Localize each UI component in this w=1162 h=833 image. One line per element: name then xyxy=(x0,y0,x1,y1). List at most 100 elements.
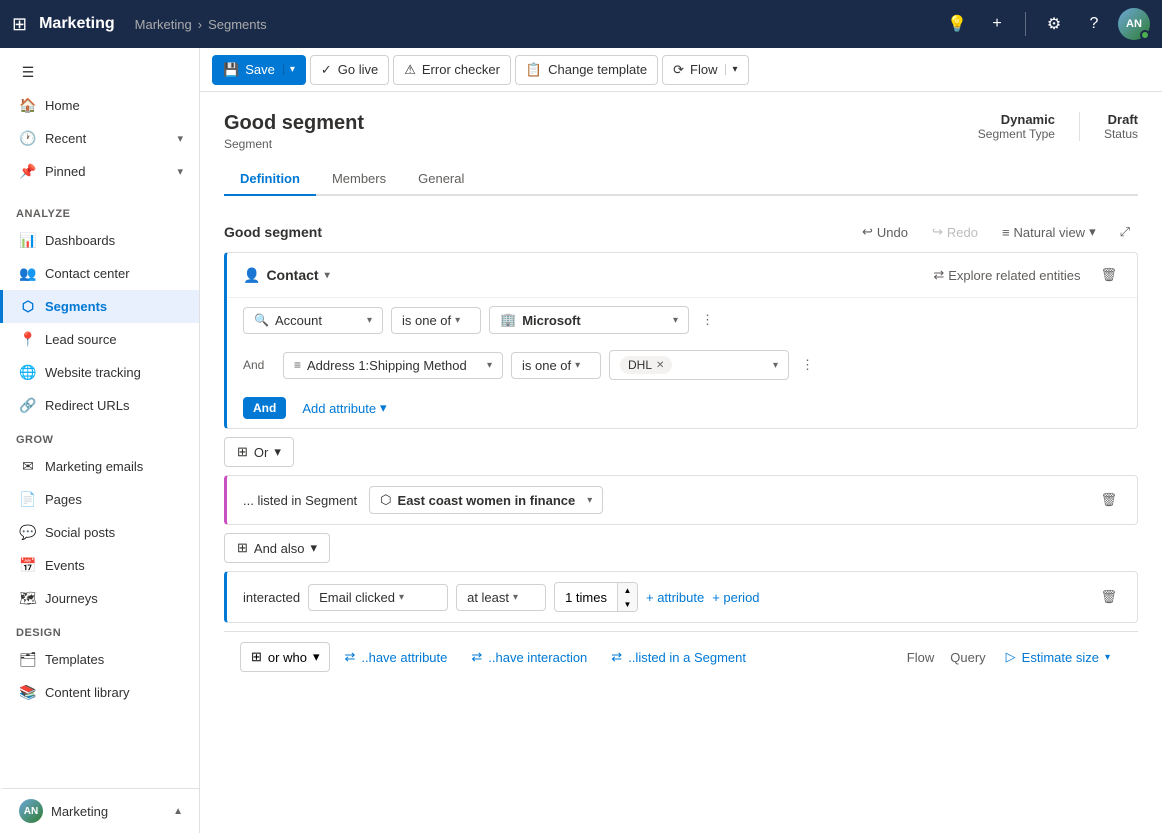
or-who-chevron-icon: ▾ xyxy=(313,649,320,665)
tab-definition[interactable]: Definition xyxy=(224,163,316,196)
or-chevron-icon: ▾ xyxy=(274,444,281,460)
add-icon[interactable]: + xyxy=(981,8,1013,40)
sidebar-item-redirect-urls[interactable]: 🔗 Redirect URLs xyxy=(0,389,199,422)
operator-select-2[interactable]: is one of ▾ xyxy=(511,352,601,379)
have-attribute-button[interactable]: ⇄ ..have attribute xyxy=(334,643,457,671)
natural-view-button[interactable]: ≡ Natural view ▾ xyxy=(994,220,1104,244)
sidebar-item-content-library[interactable]: 📚 Content library xyxy=(0,676,199,709)
change-template-button[interactable]: 📋 Change template xyxy=(515,55,658,85)
expand-button[interactable]: ⤢ xyxy=(1112,220,1138,244)
email-clicked-select[interactable]: Email clicked ▾ xyxy=(308,584,448,611)
sidebar-item-social-posts[interactable]: 💬 Social posts xyxy=(0,516,199,549)
operator-label-1: is one of xyxy=(402,313,451,328)
sidebar-item-templates[interactable]: 🗂 Templates xyxy=(0,643,199,676)
field-select-account[interactable]: 🔍 Account ▾ xyxy=(243,307,383,334)
times-increment-button[interactable]: ▲ xyxy=(617,583,637,597)
listed-in-segment-button[interactable]: ⇄ ..listed in a Segment xyxy=(601,643,756,671)
sidebar-item-lead-source[interactable]: 📍 Lead source xyxy=(0,323,199,356)
sidebar-label-dashboards: Dashboards xyxy=(45,233,183,248)
nav-divider xyxy=(1025,12,1026,36)
times-decrement-button[interactable]: ▼ xyxy=(617,597,637,611)
add-attribute-button[interactable]: Add attribute ▾ xyxy=(294,396,394,420)
error-checker-label: Error checker xyxy=(422,62,500,77)
events-icon: 📅 xyxy=(19,557,37,574)
operator-select-1[interactable]: is one of ▾ xyxy=(391,307,481,334)
value-select-microsoft[interactable]: 🏢 Microsoft ▾ xyxy=(489,306,689,334)
avatar-initials: AN xyxy=(1126,18,1142,30)
breadcrumb-part1[interactable]: Marketing xyxy=(135,17,192,32)
sidebar-item-marketing-emails[interactable]: ✉ Marketing emails xyxy=(0,450,199,483)
sidebar-hamburger[interactable]: ☰ xyxy=(0,56,199,89)
sidebar-item-segments[interactable]: ⬡ Segments xyxy=(0,290,199,323)
estimate-size-button[interactable]: ▷ Estimate size ▾ xyxy=(994,643,1122,671)
sidebar-item-dashboards[interactable]: 📊 Dashboards xyxy=(0,224,199,257)
page-header-left: Good segment Segment xyxy=(224,112,364,151)
status-label: Status xyxy=(1104,127,1138,141)
flow-chevron-icon[interactable]: ▾ xyxy=(725,64,737,75)
sidebar-bottom-marketing[interactable]: AN Marketing ▲ xyxy=(0,788,199,833)
sidebar-item-journeys[interactable]: 🗺 Journeys xyxy=(0,582,199,615)
help-icon[interactable]: ? xyxy=(1078,8,1110,40)
entity-chevron-icon[interactable]: ▾ xyxy=(325,270,330,281)
estimate-size-label: Estimate size xyxy=(1022,650,1099,665)
sidebar-item-recent[interactable]: 🕐 Recent ▾ xyxy=(0,122,199,155)
save-button[interactable]: 💾 Save ▾ xyxy=(212,55,306,85)
value-select-dhl[interactable]: DHL ✕ ▾ xyxy=(609,350,789,380)
listed-segment-delete-icon[interactable]: 🗑 xyxy=(1096,488,1121,512)
settings-icon[interactable]: ⚙ xyxy=(1038,8,1070,40)
undo-button[interactable]: ↩ Undo xyxy=(854,220,916,244)
or-button[interactable]: ⊞ Or ▾ xyxy=(224,437,294,467)
recent-chevron-icon: ▾ xyxy=(177,132,183,145)
add-attribute-link[interactable]: + attribute xyxy=(646,590,704,605)
sidebar-item-contact-center[interactable]: 👥 Contact center xyxy=(0,257,199,290)
error-checker-button[interactable]: ⚠ Error checker xyxy=(393,55,511,85)
sidebar-item-website-tracking[interactable]: 🌐 Website tracking xyxy=(0,356,199,389)
or-who-button[interactable]: ⊞ or who ▾ xyxy=(240,642,330,672)
field-select-shipping-method[interactable]: ≡ Address 1:Shipping Method ▾ xyxy=(283,352,503,379)
entity-label: 👤 Contact ▾ xyxy=(243,267,330,284)
flow-button[interactable]: ⟳ Flow ▾ xyxy=(662,55,748,85)
go-live-button[interactable]: ✓ Go live xyxy=(310,55,389,85)
value-chevron-icon-2: ▾ xyxy=(773,360,778,371)
segment-value-select[interactable]: ⬡ East coast women in finance ▾ xyxy=(369,486,603,514)
waffle-icon[interactable]: ⊞ xyxy=(12,14,27,35)
add-attr-label: Add attribute xyxy=(302,401,376,416)
dhl-tag-close-icon[interactable]: ✕ xyxy=(656,360,664,371)
avatar[interactable]: AN xyxy=(1118,8,1150,40)
at-least-select[interactable]: at least ▾ xyxy=(456,584,546,611)
redo-button[interactable]: ↪ Redo xyxy=(924,220,986,244)
add-period-link[interactable]: + period xyxy=(712,590,759,605)
entity-name: Contact xyxy=(266,267,318,283)
header-divider xyxy=(1079,112,1080,141)
interaction-delete-icon[interactable]: 🗑 xyxy=(1096,585,1121,609)
tab-general[interactable]: General xyxy=(402,163,480,196)
and-also-button[interactable]: ⊞ And also ▾ xyxy=(224,533,330,563)
block-header-left: 👤 Contact ▾ xyxy=(243,267,330,284)
journeys-icon: 🗺 xyxy=(19,590,37,607)
connector-and-label: And xyxy=(243,358,275,372)
natural-view-chevron-icon: ▾ xyxy=(1089,224,1096,240)
breadcrumb-separator: › xyxy=(198,17,202,32)
more-options-2[interactable]: ⋮ xyxy=(797,353,818,377)
sidebar-item-home[interactable]: 🏠 Home xyxy=(0,89,199,122)
entity-person-icon: 👤 xyxy=(243,267,260,284)
sidebar-label-segments: Segments xyxy=(45,299,183,314)
natural-view-icon: ≡ xyxy=(1002,225,1010,240)
and-button[interactable]: And xyxy=(243,397,286,419)
have-interaction-button[interactable]: ⇄ ..have interaction xyxy=(461,643,597,671)
more-options-1[interactable]: ⋮ xyxy=(697,308,718,332)
tab-members[interactable]: Members xyxy=(316,163,402,196)
listed-segment-block: ... listed in Segment ⬡ East coast women… xyxy=(224,475,1138,525)
sidebar-item-pages[interactable]: 📄 Pages xyxy=(0,483,199,516)
lightbulb-icon[interactable]: 💡 xyxy=(941,8,973,40)
contact-block-delete-icon[interactable]: 🗑 xyxy=(1096,263,1121,287)
sidebar-item-events[interactable]: 📅 Events xyxy=(0,549,199,582)
query-tab[interactable]: Query xyxy=(950,646,985,669)
save-chevron-icon[interactable]: ▾ xyxy=(283,64,295,75)
flow-tab[interactable]: Flow xyxy=(907,646,934,669)
sidebar-label-marketing-emails: Marketing emails xyxy=(45,459,183,474)
sidebar-item-pinned[interactable]: 📌 Pinned ▾ xyxy=(0,155,199,188)
explore-related-button[interactable]: ⇄ Explore related entities xyxy=(925,263,1088,287)
segment-value-label: East coast women in finance xyxy=(398,493,576,508)
and-also-grid-icon: ⊞ xyxy=(237,540,248,556)
